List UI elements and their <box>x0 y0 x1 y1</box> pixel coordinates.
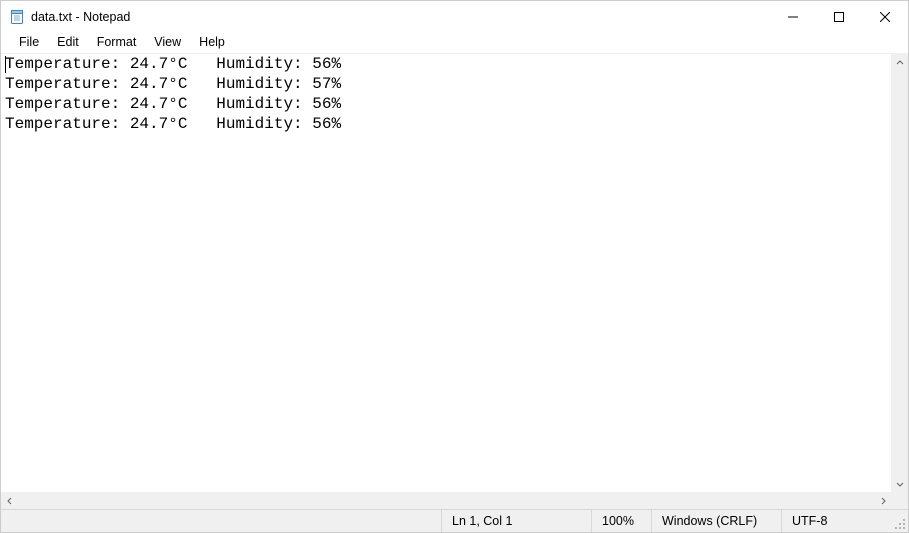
notepad-window: data.txt - Notepad File Edit Format View… <box>0 0 909 533</box>
status-zoom: 100% <box>591 510 651 532</box>
resize-grip[interactable] <box>891 510 908 532</box>
vertical-scrollbar[interactable] <box>891 54 908 492</box>
minimize-icon <box>788 12 798 22</box>
menu-help[interactable]: Help <box>191 34 233 50</box>
maximize-button[interactable] <box>816 1 862 33</box>
scroll-left-icon[interactable] <box>1 492 18 509</box>
window-controls <box>770 1 908 33</box>
close-button[interactable] <box>862 1 908 33</box>
scroll-right-icon[interactable] <box>874 492 891 509</box>
status-spacer <box>1 510 441 532</box>
minimize-button[interactable] <box>770 1 816 33</box>
window-title: data.txt - Notepad <box>31 10 130 24</box>
scroll-down-icon[interactable] <box>891 475 908 492</box>
menu-format[interactable]: Format <box>89 34 145 50</box>
status-line-ending: Windows (CRLF) <box>651 510 781 532</box>
scroll-corner <box>891 492 908 509</box>
statusbar: Ln 1, Col 1 100% Windows (CRLF) UTF-8 <box>1 509 908 532</box>
scroll-up-icon[interactable] <box>891 54 908 71</box>
close-icon <box>880 12 890 22</box>
menu-view[interactable]: View <box>146 34 189 50</box>
titlebar[interactable]: data.txt - Notepad <box>1 1 908 33</box>
menu-edit[interactable]: Edit <box>49 34 87 50</box>
status-encoding: UTF-8 <box>781 510 891 532</box>
menu-file[interactable]: File <box>11 34 47 50</box>
status-position: Ln 1, Col 1 <box>441 510 591 532</box>
text-editor[interactable]: Temperature: 24.7°C Humidity: 56% Temper… <box>1 54 891 492</box>
text-caret <box>5 56 6 73</box>
editor-area: Temperature: 24.7°C Humidity: 56% Temper… <box>1 53 908 509</box>
menubar: File Edit Format View Help <box>1 33 908 53</box>
horizontal-scrollbar[interactable] <box>1 492 891 509</box>
notepad-icon <box>9 9 25 25</box>
maximize-icon <box>834 12 844 22</box>
grip-icon <box>894 518 906 530</box>
